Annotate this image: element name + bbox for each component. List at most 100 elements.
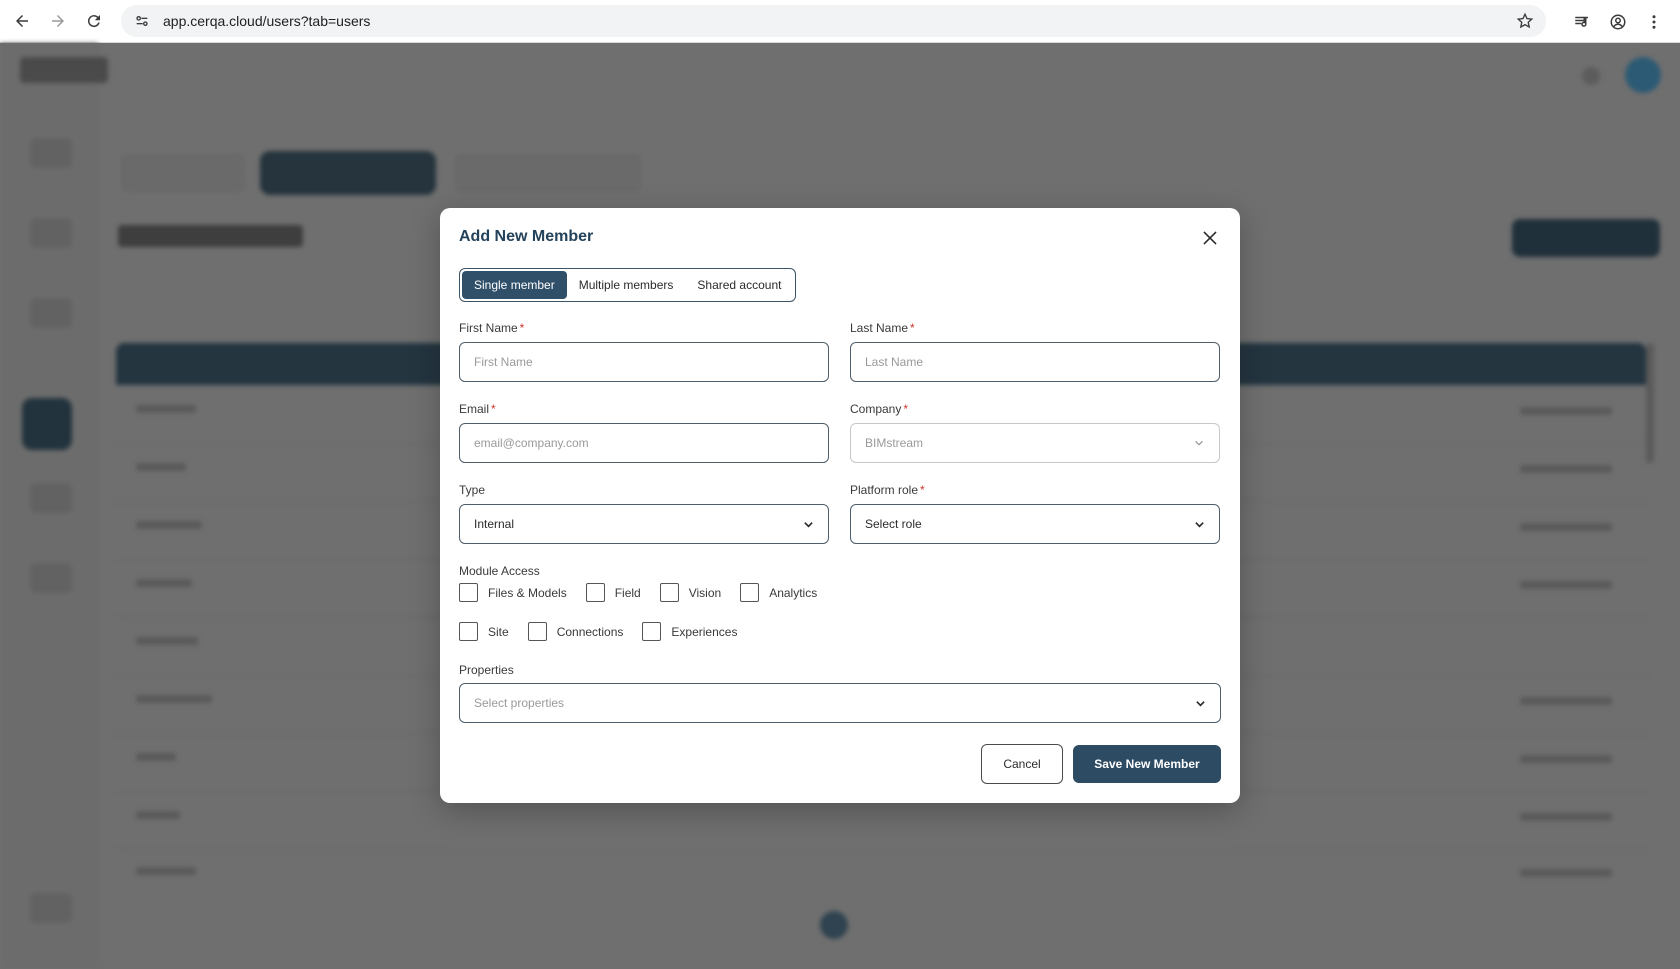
close-icon[interactable] [1200,228,1220,248]
checkbox-label: Experiences [671,624,738,639]
sidebar-item [30,298,72,328]
logo [20,57,108,83]
platform-role-select[interactable]: Select role [850,504,1220,544]
table-cell [1520,465,1612,473]
required-asterisk: * [491,402,496,416]
bookmark-star-icon[interactable] [1516,12,1534,30]
page-title [118,225,303,247]
required-asterisk: * [519,321,525,335]
dialog-title: Add New Member [459,228,594,245]
cancel-button[interactable]: Cancel [981,744,1063,784]
member-type-segmented-control: Single member Multiple members Shared ac… [459,268,797,302]
bg-action-button [1512,219,1660,257]
company-select[interactable]: BIMstream [850,423,1220,463]
checkbox-box[interactable] [642,622,662,641]
properties-label: Properties [459,663,514,677]
table-cell [1520,869,1612,877]
checkbox-box[interactable] [459,622,478,641]
bg-tab [118,151,248,195]
avatar [1625,57,1661,93]
media-control-icon[interactable] [1566,6,1598,38]
checkbox-label: Connections [556,624,624,639]
profile-icon[interactable] [1602,6,1634,38]
checkbox-label: Site [488,624,509,639]
checkbox-box[interactable] [740,583,760,602]
first-name-label: First Name * [459,321,525,335]
type-select[interactable]: Internal [459,504,829,544]
table-cell [1520,697,1612,705]
scrollbar [1646,343,1654,463]
table-cell [136,405,196,413]
reload-icon[interactable] [76,3,112,39]
table-cell [1520,407,1612,415]
platform-role-label: Platform role * [850,483,925,497]
table-cell [1520,813,1612,821]
bg-tab-active [260,151,436,195]
tab-single-member[interactable]: Single member [462,271,567,299]
bell-icon [1582,67,1600,85]
table-cell [136,579,192,587]
table-cell [136,811,180,819]
sidebar-item [30,138,72,168]
required-asterisk: * [903,402,909,416]
address-bar[interactable]: app.cerqa.cloud/users?tab=users [121,5,1546,37]
properties-select[interactable]: Select properties [459,683,1221,723]
checkbox-connections[interactable]: Connections [527,622,624,641]
checkbox-vision[interactable]: Vision [659,583,721,602]
required-asterisk: * [910,321,915,335]
table-cell [136,695,212,703]
tab-multiple-members[interactable]: Multiple members [567,271,686,299]
email-input[interactable] [474,436,814,450]
company-value: BIMstream [865,436,924,450]
sidebar-item [30,218,72,248]
checkbox-box[interactable] [585,583,605,602]
table-cell [136,463,186,471]
table-cell [136,867,196,875]
browser-toolbar: app.cerqa.cloud/users?tab=users [0,0,1680,43]
save-new-member-button[interactable]: Save New Member [1073,745,1221,783]
checkbox-field[interactable]: Field [585,583,641,602]
sidebar-item [30,563,72,593]
module-access-row-1: Files & Models Field Vision Analytics [459,583,836,602]
last-name-field[interactable] [850,342,1220,382]
sidebar-item [30,483,72,513]
sidebar [0,43,108,969]
checkbox-label: Field [614,585,641,600]
table-cell [136,637,198,645]
table-cell [1520,581,1612,589]
site-info-icon[interactable] [133,12,151,30]
properties-value: Select properties [474,696,565,710]
url-text: app.cerqa.cloud/users?tab=users [163,13,371,29]
chevron-down-icon [1193,437,1205,449]
first-name-input[interactable] [474,355,814,369]
checkbox-site[interactable]: Site [459,622,509,641]
checkbox-label: Analytics [769,585,818,600]
table-row [116,849,1646,850]
type-value: Internal [474,517,515,531]
type-label: Type [459,483,486,497]
email-field[interactable] [459,423,829,463]
table-cell [1520,523,1612,531]
more-menu-icon[interactable] [1638,6,1670,38]
first-name-field[interactable] [459,342,829,382]
module-access-label: Module Access [459,564,540,578]
table-cell [1520,755,1612,763]
checkbox-box[interactable] [459,583,478,602]
checkbox-experiences[interactable]: Experiences [642,622,737,641]
email-label: Email * [459,402,496,416]
checkbox-box[interactable] [527,622,547,641]
forward-icon[interactable] [40,3,76,39]
sidebar-item-active [22,398,72,450]
pagination-dot [820,911,848,939]
required-asterisk: * [920,483,925,497]
last-name-label: Last Name * [850,321,915,335]
table-cell [136,521,202,529]
checkbox-label: Files & Models [488,585,567,600]
chevron-down-icon [1194,697,1206,709]
last-name-input[interactable] [865,355,1205,369]
back-icon[interactable] [4,3,40,39]
tab-shared-account[interactable]: Shared account [685,271,793,299]
checkbox-files-models[interactable]: Files & Models [459,583,567,602]
checkbox-analytics[interactable]: Analytics [740,583,817,602]
checkbox-box[interactable] [659,583,679,602]
